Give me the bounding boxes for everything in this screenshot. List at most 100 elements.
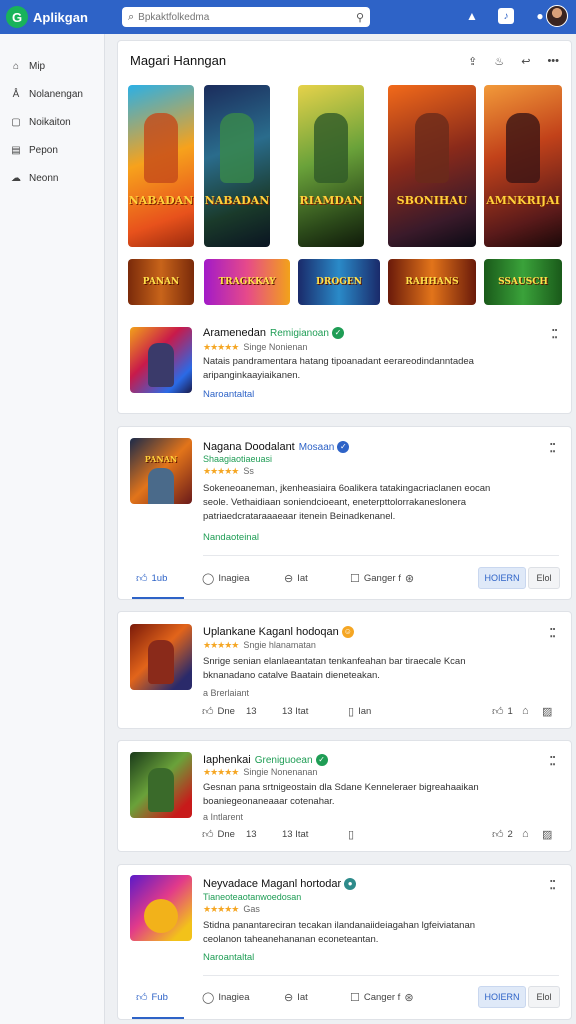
action-bar: 👍︎ Dne 13 13 Itat ▯ 👍︎ 2 ⌂ ▨ [118,819,571,849]
developer-name[interactable]: Greniguoean [255,755,313,766]
game-poster[interactable]: RIAMDAN [298,85,364,247]
action-bar: 👍︎ Dne 13 13 Itat ▯ Ian 👍︎ 1 ⌂ ▨ [118,696,571,726]
app-thumbnail[interactable]: PANAN [130,438,192,504]
comment-button[interactable]: ◯ Inagiea [202,991,249,1004]
item-description: Sokeneoaneman, jkenheasiaira 6oalikera t… [203,482,538,524]
help-icon: ⊛ [404,572,415,585]
vote-button[interactable]: 👍︎ 1 [492,705,513,718]
sidebar-item-pages[interactable]: ▤ Pepon [0,136,104,164]
more-options-icon[interactable]: ⁚⁚ [551,327,558,341]
rating-text: Sngie hlanamatan [243,640,316,650]
search-box[interactable]: ⌕ ⚲ [122,7,370,27]
app-thumbnail[interactable] [130,624,192,690]
vote-button[interactable]: 👍︎ 2 [492,828,513,841]
list-item[interactable]: Aramenedan Remigianoan ✓ ★★★★★ Singe Nonien… [118,325,573,411]
description-line: Stidna panantareciran tecakan ilandanaii… [203,920,476,931]
search-input[interactable] [138,11,356,23]
home-icon: ⌂ [12,60,20,72]
reads-value: 13 Itat [282,705,309,717]
poster-title: SBONIHAU [396,193,468,207]
like-button[interactable]: 👍︎ Fub [136,991,168,1004]
game-banner[interactable]: TRAGKKAY [204,259,290,305]
details-button[interactable]: Elol [528,986,560,1008]
avatar[interactable] [546,5,568,27]
rating: ★★★★★ Singe Nonienan [203,342,307,353]
sidebar-item-profile[interactable]: Å Nolanengan [0,80,104,108]
share-button[interactable]: ⊖ Iat [284,991,308,1004]
verified-icon: ● [344,878,357,891]
game-banner[interactable]: RAHHANS [388,259,476,305]
thumbnail-text: PANAN [144,454,178,464]
more-options-icon[interactable]: ⁚⁚ [549,441,556,455]
sidebar-item-label: Pepon [29,144,58,156]
item-link[interactable]: Nandaoteinal [203,532,259,543]
more-options-icon[interactable]: ⁚⁚ [549,626,556,640]
like-button[interactable]: 👍︎ 1ub [136,572,167,585]
game-poster[interactable]: NABADAN [204,85,270,247]
reads-label: 13 Itat [282,706,308,717]
share-label: Iat [297,572,308,584]
install-button[interactable]: HOIERN [478,567,526,589]
sidebar-item-label: Neonn [29,172,59,184]
details-button[interactable]: Elol [528,567,560,589]
upvote-button[interactable]: ⌂ [522,705,529,717]
sidebar-item-notifications[interactable]: ▢ Noikaiton [0,108,104,136]
save-button[interactable]: ☐ Ganger f ⊛ [350,572,414,585]
game-poster[interactable]: SBONIHAU [388,85,476,247]
link-icon[interactable]: ↩ [521,55,530,68]
reads-value: 13 Itat [282,828,309,840]
image-button[interactable]: ▨ [542,705,552,718]
share-button[interactable]: ⊖ Iat [284,572,308,585]
upvote-button[interactable]: ⌂ [522,828,529,840]
sidebar-item-home[interactable]: ⌂ Mip [0,52,104,80]
item-link[interactable]: Naroantaltal [203,952,254,963]
person-icon: Å [12,88,20,100]
rating: ★★★★★ Gas [203,904,260,915]
game-banner[interactable]: DROGEN [298,259,380,305]
game-poster[interactable]: AMNKRIJAI [484,85,562,247]
item-description: Snrige senian elanlaeantatan tenkanfeaha… [203,655,538,683]
more-options-icon[interactable]: ⁚⁚ [549,878,556,892]
vote-count: 2 [507,828,513,840]
more-options-icon[interactable]: ⁚⁚ [549,754,556,768]
bookmark-icon[interactable]: ♨ [494,55,504,68]
rating-line-two: Shaagiaotiaeuasi [203,454,273,464]
comment-icon: ◯ [202,991,215,1004]
app-thumbnail[interactable] [130,875,192,941]
banner-title: DROGEN [316,277,362,287]
game-banner[interactable]: SSAUSCH [484,259,562,305]
poster-title: NABADAN [128,193,194,207]
reads-label: 13 Itat [282,829,308,840]
thumbs-up-icon: 👍︎ [202,705,214,718]
image-button[interactable]: ▨ [542,828,552,841]
developer-name[interactable]: Mosaan [299,442,335,453]
share-icon[interactable]: ⇪ [468,55,477,68]
tag-button[interactable]: ▯ [348,828,354,841]
like-button[interactable]: 👍︎ Dne [202,705,235,718]
tag-button[interactable]: ▯ Ian [348,705,371,718]
banner-title: SSAUSCH [498,277,548,287]
description-line: patriaedcrataraaaeaar itenein Beinadkena… [203,511,396,522]
install-button[interactable]: HOIERN [478,986,526,1008]
developer-name[interactable]: Remigianoan [270,328,329,339]
sidebar-item-news[interactable]: ☁ Neonn [0,164,104,192]
screen-icon[interactable]: ♪ [498,8,514,24]
app-logo[interactable]: G Aplikgan [6,6,88,28]
save-button[interactable]: ☐ Canger f ⊛ [350,991,414,1004]
rating-text: Ss [243,466,254,476]
app-thumbnail[interactable] [130,752,192,818]
app-thumbnail[interactable] [130,327,192,393]
rating-stars: ★★★★★ [203,640,239,650]
rating-text: Singie Nonenanan [243,767,318,777]
more-icon[interactable]: ••• [547,55,559,68]
game-poster[interactable]: NABADAN [128,85,194,247]
thumbs-up-icon: 👍︎ [136,572,148,585]
like-button[interactable]: 👍︎ Dne [202,828,235,841]
search-submit-icon[interactable]: ⚲ [356,11,364,24]
verified-icon: ✓ [337,441,350,454]
bell-icon[interactable]: ▲ [464,8,480,24]
item-link[interactable]: Naroantaltal [203,389,254,400]
rating-text: Singe Nonienan [243,342,308,352]
comment-button[interactable]: ◯ Inagiea [202,572,249,585]
game-banner[interactable]: PANAN [128,259,194,305]
